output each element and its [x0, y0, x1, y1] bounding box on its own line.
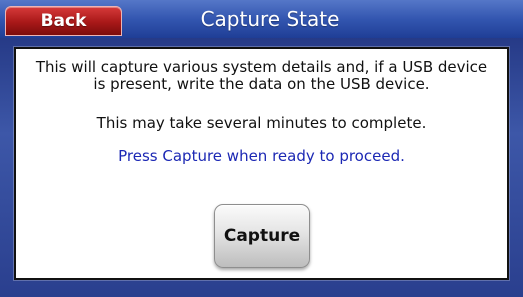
back-button[interactable]: Back — [5, 6, 122, 36]
screen-background: Back Capture State This will capture var… — [0, 0, 523, 297]
duration-note: This may take several minutes to complet… — [96, 114, 427, 132]
description-text: This will capture various system details… — [35, 58, 488, 93]
page-title: Capture State — [200, 7, 340, 31]
instruction-text: Press Capture when ready to proceed. — [118, 147, 405, 165]
content-panel: This will capture various system details… — [14, 47, 509, 280]
title-bar: Back Capture State — [0, 0, 523, 38]
capture-button[interactable]: Capture — [214, 204, 310, 268]
